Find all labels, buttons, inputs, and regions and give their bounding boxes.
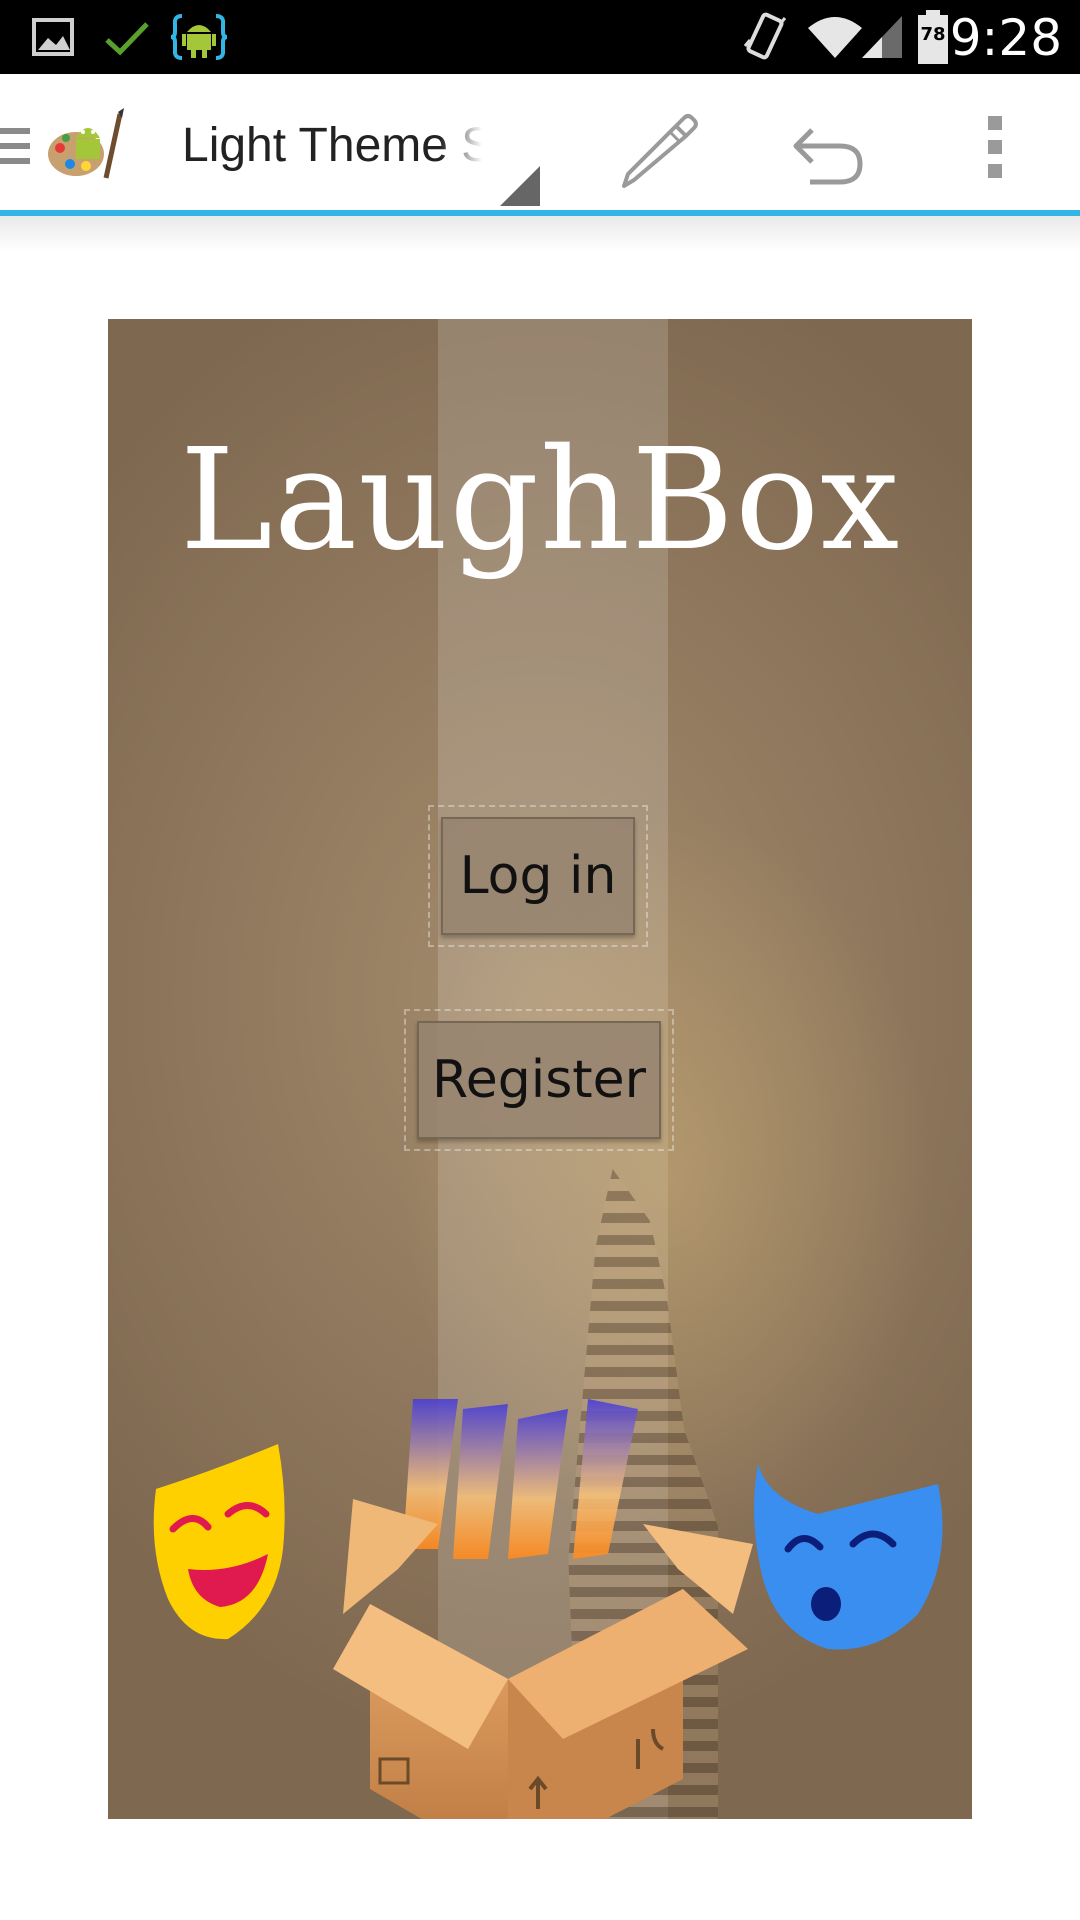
action-bar-shadow bbox=[0, 216, 1080, 252]
login-button[interactable]: Log in bbox=[441, 817, 635, 935]
battery-level-text: 78 bbox=[920, 24, 946, 45]
action-bar-title[interactable]: Light Theme S bbox=[182, 118, 482, 178]
overflow-menu-icon[interactable] bbox=[984, 114, 1008, 180]
spinner-indicator[interactable] bbox=[500, 166, 540, 206]
gallery-icon bbox=[32, 18, 74, 56]
undo-icon[interactable] bbox=[788, 110, 868, 190]
menu-icon[interactable] bbox=[0, 124, 30, 168]
app-title: LaughBox bbox=[179, 419, 901, 582]
tragedy-mask-icon bbox=[754, 1464, 943, 1650]
wifi-icon bbox=[808, 17, 862, 58]
vibrate-icon bbox=[743, 12, 787, 60]
register-button[interactable]: Register bbox=[417, 1021, 661, 1139]
status-bar: 78 9:28 bbox=[0, 0, 1080, 74]
check-icon bbox=[105, 22, 149, 56]
battery-icon: 78 bbox=[918, 10, 948, 64]
edit-pencil-icon[interactable] bbox=[614, 104, 704, 194]
app-logo-icon[interactable] bbox=[46, 108, 126, 186]
action-bar: Light Theme S bbox=[0, 74, 1080, 216]
open-box-icon bbox=[333, 1399, 753, 1819]
comedy-mask-icon bbox=[153, 1444, 285, 1640]
laughbox-illustration bbox=[153, 1399, 943, 1819]
signal-icon bbox=[862, 16, 902, 58]
status-time: 9:28 bbox=[949, 9, 1062, 67]
laughbox-screen: LaughBox Log in Register bbox=[108, 319, 972, 1819]
android-brackets-icon bbox=[170, 14, 228, 60]
